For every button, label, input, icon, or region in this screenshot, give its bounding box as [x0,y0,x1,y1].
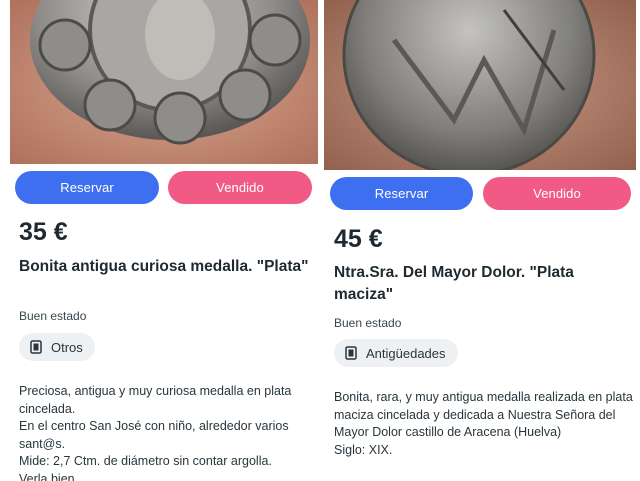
price: 45 € [334,225,383,253]
description-line: Mide: 2,7 Ctm. de diámetro sin contar ar… [19,454,272,468]
description-line: Siglo: XIX. [334,442,393,457]
category-chip[interactable]: Otros [19,333,95,361]
listing-title: Bonita antigua curiosa medalla. "Plata" [19,258,309,275]
description-line: Preciosa, antigua y muy curiosa medalla … [19,384,292,416]
description: Preciosa, antigua y muy curiosa medalla … [19,383,314,481]
condition-label: Buen estado [19,309,87,323]
tag-card-icon [345,346,357,360]
condition-label: Buen estado [334,316,402,330]
reserve-button[interactable]: Reservar [330,177,473,210]
description: Bonita, rara, y muy antigua medalla real… [334,389,634,459]
description-line: En el centro San José con niño, alrededo… [19,419,289,451]
reserve-button[interactable]: Reservar [15,171,159,204]
description-line: Verla bien [19,471,75,481]
price: 35 € [19,218,68,246]
category-label: Antigüedades [366,345,446,361]
product-photo[interactable] [10,0,318,164]
listing-title: Ntra.Sra. Del Mayor Dolor. "Plata maciza… [334,264,574,303]
tag-card-icon [30,340,42,354]
product-photo[interactable] [324,0,636,170]
sold-button[interactable]: Vendido [483,177,631,210]
sold-button[interactable]: Vendido [168,171,312,204]
listing-card-1[interactable]: Reservar Vendido 35 € Bonita antigua cur… [0,0,320,481]
category-label: Otros [51,339,83,355]
category-chip[interactable]: Antigüedades [334,339,458,367]
listing-card-2[interactable]: Reservar Vendido 45 € Ntra.Sra. Del Mayo… [320,0,640,481]
listings-screenshot: Reservar Vendido 35 € Bonita antigua cur… [0,0,640,481]
description-line: Bonita, rara, y muy antigua medalla real… [334,390,633,439]
